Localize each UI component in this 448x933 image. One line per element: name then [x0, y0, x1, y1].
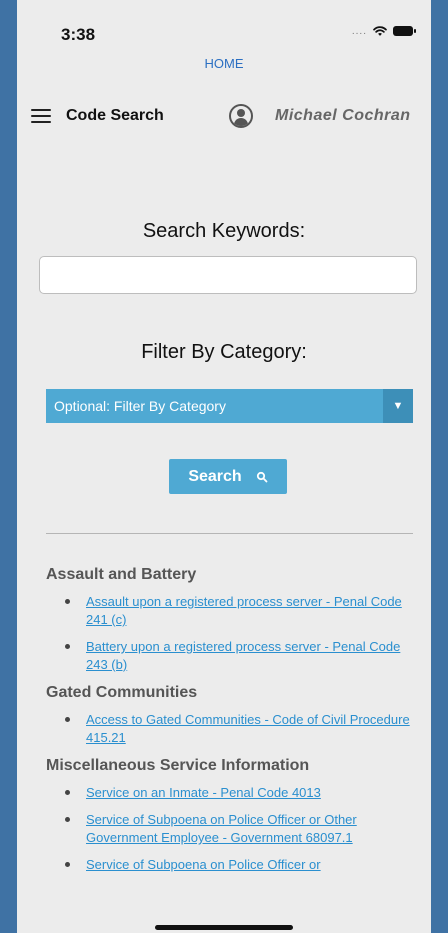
phone-screen: 3:38 .... HOME Code Search Michael Cochr…: [17, 0, 431, 933]
search-keywords-input[interactable]: [39, 256, 417, 294]
result-link[interactable]: Access to Gated Communities - Code of Ci…: [86, 712, 410, 745]
battery-icon: [393, 26, 416, 36]
status-bar: 3:38 ....: [17, 0, 431, 50]
category-heading: Assault and Battery: [46, 566, 197, 583]
user-avatar-icon[interactable]: [229, 104, 253, 128]
list-item: Battery upon a registered process server…: [65, 638, 416, 674]
list-item: Service of Subpoena on Police Officer or: [65, 856, 416, 874]
user-name[interactable]: Michael Cochran: [275, 107, 411, 125]
result-link[interactable]: Battery upon a registered process server…: [86, 639, 400, 672]
signal-icon: ....: [351, 25, 367, 37]
list-item: Assault upon a registered process server…: [65, 593, 416, 629]
list-item: Service of Subpoena on Police Officer or…: [65, 811, 416, 847]
dropdown-arrow-icon[interactable]: ▼: [383, 389, 413, 423]
divider: [46, 533, 413, 534]
result-list: Assault upon a registered process server…: [46, 593, 416, 674]
result-list: Service on an Inmate - Penal Code 4013 Se…: [46, 784, 416, 874]
category-filter-dropdown[interactable]: Optional: Filter By Category ▼: [46, 389, 413, 423]
top-navbar: Code Search Michael Cochran: [17, 100, 431, 132]
result-link[interactable]: Service of Subpoena on Police Officer or…: [86, 812, 357, 845]
filter-category-label: Filter By Category:: [141, 341, 307, 363]
status-time: 3:38: [61, 25, 96, 44]
category-filter-selected: Optional: Filter By Category: [54, 398, 226, 414]
result-link[interactable]: Service on an Inmate - Penal Code 4013: [86, 785, 321, 800]
page-title: Code Search: [66, 107, 164, 124]
list-item: Access to Gated Communities - Code of Ci…: [65, 711, 416, 747]
search-button[interactable]: Search: [169, 459, 287, 494]
home-link[interactable]: HOME: [17, 56, 431, 71]
search-keywords-label: Search Keywords:: [142, 220, 306, 242]
wifi-icon: [373, 26, 387, 36]
home-indicator[interactable]: [155, 925, 293, 930]
result-link[interactable]: Service of Subpoena on Police Officer or: [86, 857, 321, 872]
search-results: Assault and Battery Assault upon a regist…: [46, 566, 416, 884]
status-icons: ....: [351, 24, 416, 38]
search-icon: [256, 471, 268, 482]
hamburger-menu-icon[interactable]: [31, 109, 51, 123]
search-button-label: Search: [188, 467, 242, 485]
list-item: Service on an Inmate - Penal Code 4013: [65, 784, 416, 802]
category-heading: Miscellaneous Service Information: [46, 757, 310, 774]
category-heading: Gated Communities: [46, 684, 198, 701]
result-link[interactable]: Assault upon a registered process server…: [86, 594, 402, 627]
result-list: Access to Gated Communities - Code of Ci…: [46, 711, 416, 747]
